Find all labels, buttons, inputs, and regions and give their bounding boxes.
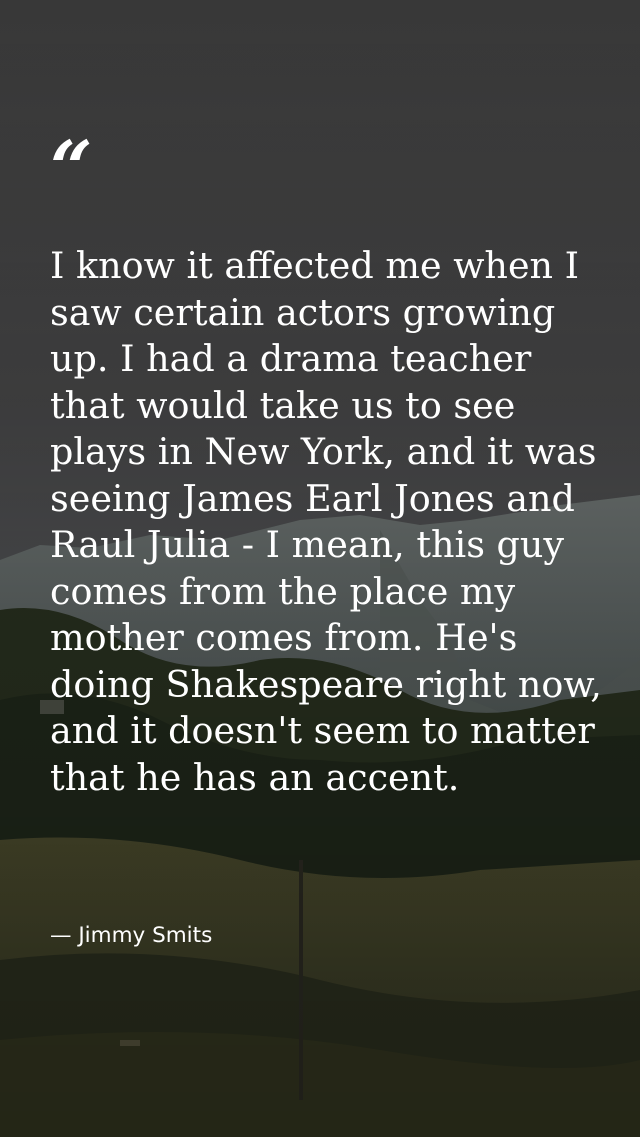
quote-author: — Jimmy Smits xyxy=(50,923,213,948)
quote-text: I know it affected me when I saw certain… xyxy=(50,244,602,799)
quote-card: “ I know it affected me when I saw certa… xyxy=(0,0,640,1137)
quote-mark-icon: “ xyxy=(50,126,93,212)
